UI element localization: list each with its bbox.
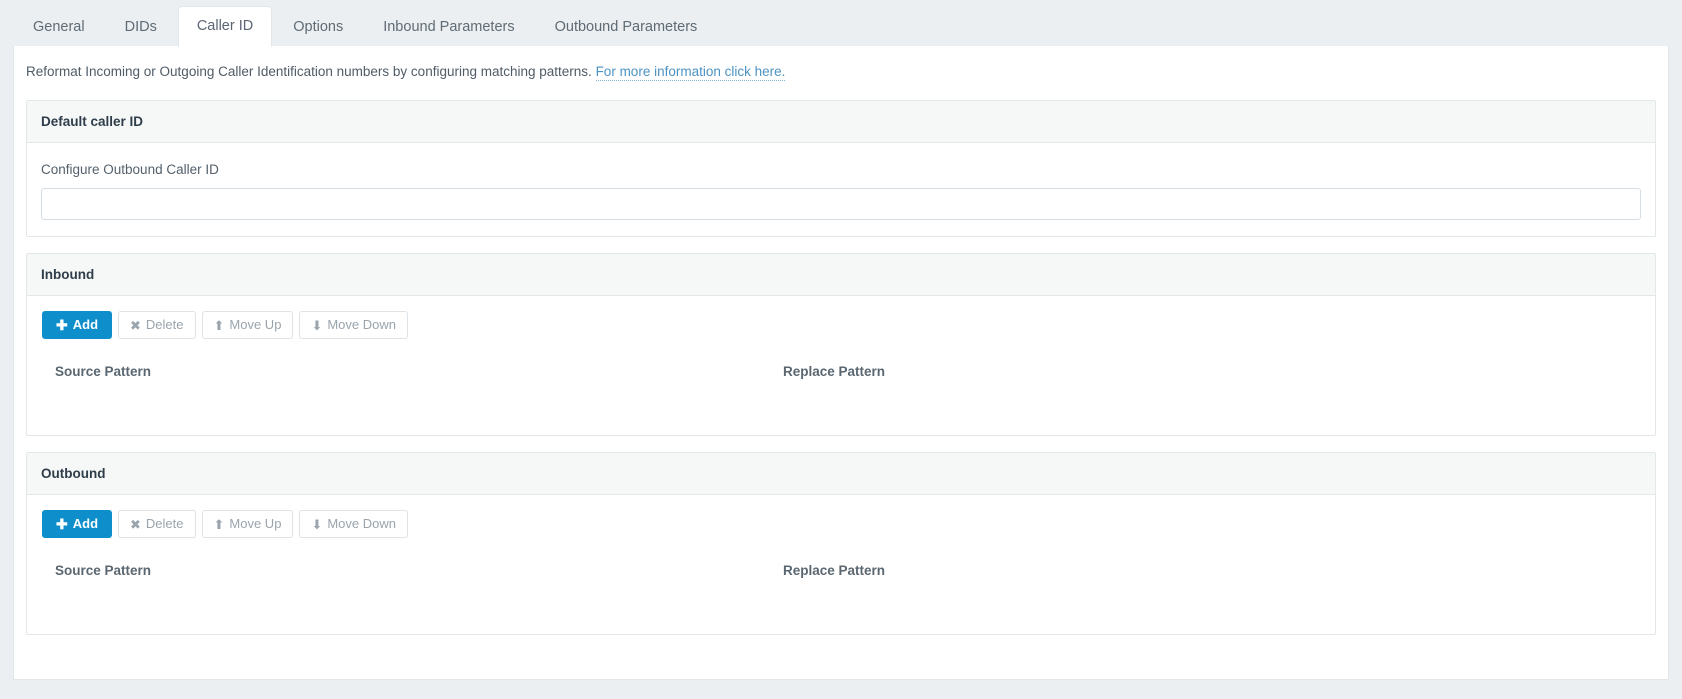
inbound-move-down-button-label: Move Down [327, 318, 396, 332]
tab-content-panel: Reformat Incoming or Outgoing Caller Ide… [13, 46, 1669, 680]
inbound-toolbar: ✚ Add ✖ Delete ⬆ Move Up ⬇ Move Down [42, 311, 1641, 339]
inbound-panel-body: ✚ Add ✖ Delete ⬆ Move Up ⬇ Move Down [27, 296, 1655, 435]
inbound-column-source-pattern: Source Pattern [41, 356, 769, 389]
outbound-panel-title: Outbound [27, 453, 1655, 495]
tab-inbound-parameters[interactable]: Inbound Parameters [364, 8, 533, 46]
tab-caller-id[interactable]: Caller ID [178, 6, 272, 47]
intro-text-row: Reformat Incoming or Outgoing Caller Ide… [14, 46, 1668, 81]
default-caller-id-panel-body: Configure Outbound Caller ID [27, 143, 1655, 236]
times-icon: ✖ [130, 319, 141, 332]
more-information-link[interactable]: For more information click here. [596, 64, 786, 81]
tab-dids[interactable]: DIDs [106, 8, 176, 46]
inbound-panel: Inbound ✚ Add ✖ Delete ⬆ Move Up [26, 253, 1656, 436]
outbound-column-replace-pattern: Replace Pattern [769, 555, 1641, 588]
default-caller-id-panel: Default caller ID Configure Outbound Cal… [26, 100, 1656, 237]
outbound-delete-button[interactable]: ✖ Delete [118, 510, 195, 538]
outbound-add-button-label: Add [73, 517, 98, 531]
inbound-table-empty-row [41, 389, 1641, 419]
outbound-move-up-button[interactable]: ⬆ Move Up [202, 510, 294, 538]
tab-general[interactable]: General [14, 8, 104, 46]
outbound-caller-id-input[interactable] [41, 188, 1641, 220]
plus-icon: ✚ [56, 319, 68, 332]
inbound-move-down-button[interactable]: ⬇ Move Down [299, 311, 408, 339]
outbound-table-body [41, 588, 1641, 618]
outbound-table-head: Source Pattern Replace Pattern [41, 555, 1641, 588]
configure-outbound-caller-id-label: Configure Outbound Caller ID [41, 161, 1641, 179]
inbound-move-up-button[interactable]: ⬆ Move Up [202, 311, 294, 339]
inbound-add-button[interactable]: ✚ Add [42, 311, 112, 339]
tab-options[interactable]: Options [274, 8, 362, 46]
inbound-column-replace-pattern: Replace Pattern [769, 356, 1641, 389]
tab-outbound-parameters[interactable]: Outbound Parameters [536, 8, 717, 46]
settings-tab-bar: General DIDs Caller ID Options Inbound P… [0, 0, 1682, 46]
outbound-column-source-pattern: Source Pattern [41, 555, 769, 588]
outbound-empty-cell-source [41, 588, 769, 618]
intro-description: Reformat Incoming or Outgoing Caller Ide… [26, 64, 592, 79]
times-icon: ✖ [130, 518, 141, 531]
inbound-delete-button[interactable]: ✖ Delete [118, 311, 195, 339]
level-down-icon: ⬇ [311, 518, 322, 531]
outbound-toolbar: ✚ Add ✖ Delete ⬆ Move Up ⬇ Move Down [42, 510, 1641, 538]
outbound-panel-body: ✚ Add ✖ Delete ⬆ Move Up ⬇ Move Down [27, 495, 1655, 634]
inbound-add-button-label: Add [73, 318, 98, 332]
outbound-add-button[interactable]: ✚ Add [42, 510, 112, 538]
level-up-icon: ⬆ [214, 518, 225, 531]
level-down-icon: ⬇ [311, 319, 322, 332]
outbound-delete-button-label: Delete [146, 517, 184, 531]
inbound-patterns-table: Source Pattern Replace Pattern [41, 356, 1641, 419]
outbound-empty-cell-replace [769, 588, 1641, 618]
default-caller-id-panel-title: Default caller ID [27, 101, 1655, 143]
level-up-icon: ⬆ [214, 319, 225, 332]
outbound-move-down-button[interactable]: ⬇ Move Down [299, 510, 408, 538]
inbound-table-body [41, 389, 1641, 419]
inbound-delete-button-label: Delete [146, 318, 184, 332]
inbound-empty-cell-replace [769, 389, 1641, 419]
inbound-table-head: Source Pattern Replace Pattern [41, 356, 1641, 389]
outbound-patterns-table: Source Pattern Replace Pattern [41, 555, 1641, 618]
caller-id-settings-page: General DIDs Caller ID Options Inbound P… [0, 0, 1682, 699]
outbound-move-up-button-label: Move Up [229, 517, 281, 531]
outbound-move-down-button-label: Move Down [327, 517, 396, 531]
outbound-table-header-row: Source Pattern Replace Pattern [41, 555, 1641, 588]
outbound-panel: Outbound ✚ Add ✖ Delete ⬆ Move Up [26, 452, 1656, 635]
plus-icon: ✚ [56, 518, 68, 531]
inbound-empty-cell-source [41, 389, 769, 419]
inbound-move-up-button-label: Move Up [229, 318, 281, 332]
inbound-table-header-row: Source Pattern Replace Pattern [41, 356, 1641, 389]
outbound-table-empty-row [41, 588, 1641, 618]
inbound-panel-title: Inbound [27, 254, 1655, 296]
